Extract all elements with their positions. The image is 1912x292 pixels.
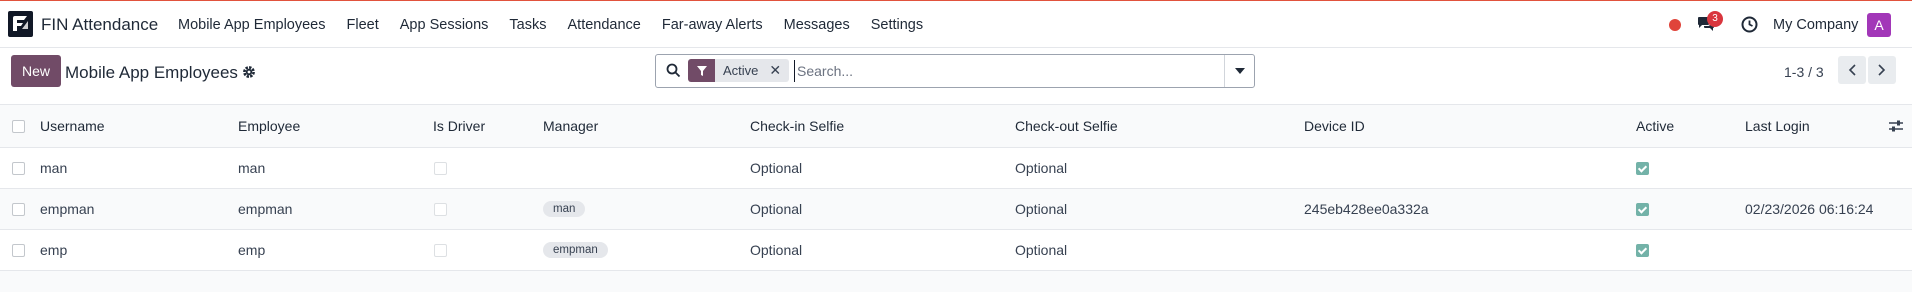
pager-value[interactable]: 1-3 / 3 — [1784, 64, 1824, 80]
cell-employee: empman — [238, 201, 293, 217]
cell-employee: emp — [238, 242, 266, 258]
filter-facet-label: Active — [723, 63, 759, 78]
table-row[interactable]: man man Optional Optional — [0, 148, 1912, 189]
menu-item-fleet[interactable]: Fleet — [347, 17, 379, 33]
cell-active — [1636, 230, 1649, 270]
row-select-cell — [12, 148, 25, 188]
cell-manager: man — [543, 189, 586, 229]
select-all-cell — [12, 105, 25, 147]
table-header: Username Employee Is Driver Manager Chec… — [0, 105, 1912, 148]
is-driver-checkbox — [434, 161, 447, 175]
cell-is-driver — [434, 230, 447, 270]
column-header-check-in-selfie[interactable]: Check-in Selfie — [750, 105, 844, 147]
chevron-left-icon — [1848, 64, 1856, 76]
cell-check-out-selfie: Optional — [1015, 160, 1068, 176]
cell-check-in-selfie: Optional — [750, 160, 803, 176]
clock-icon[interactable] — [1741, 16, 1758, 33]
cell-manager: empman — [543, 230, 608, 270]
active-checkbox — [1636, 243, 1649, 257]
cell-username: empman — [40, 201, 95, 217]
menu-item-app-sessions[interactable]: App Sessions — [400, 17, 489, 33]
company-switcher[interactable]: My Company — [1773, 17, 1858, 33]
main-menu: Mobile App Employees Fleet App Sessions … — [178, 17, 944, 33]
column-header-username[interactable]: Username — [40, 105, 105, 147]
search-options-toggle[interactable] — [1224, 55, 1254, 87]
menu-item-attendance[interactable]: Attendance — [568, 17, 641, 33]
row-select-checkbox[interactable] — [12, 202, 25, 216]
column-header-last-login[interactable]: Last Login — [1745, 105, 1810, 147]
column-header-device-id[interactable]: Device ID — [1304, 105, 1365, 147]
chevron-down-icon — [1234, 68, 1245, 74]
column-settings-icon[interactable] — [1888, 105, 1904, 147]
search-bar: Active ✕ — [655, 54, 1255, 88]
table-row[interactable]: emp emp empman Optional Optional — [0, 230, 1912, 271]
avatar[interactable]: A — [1867, 13, 1891, 37]
filter-icon — [688, 59, 715, 82]
column-header-employee[interactable]: Employee — [238, 105, 300, 147]
pager-previous-button[interactable] — [1838, 56, 1866, 84]
cell-check-out-selfie: Optional — [1015, 242, 1068, 258]
new-button[interactable]: New — [11, 55, 61, 87]
row-select-checkbox[interactable] — [12, 243, 25, 257]
filter-facet: Active ✕ — [688, 59, 790, 82]
search-input[interactable] — [794, 60, 1219, 82]
cell-is-driver — [434, 148, 447, 188]
search-icon[interactable] — [666, 63, 681, 78]
select-all-checkbox[interactable] — [12, 119, 25, 133]
cell-check-in-selfie: Optional — [750, 201, 803, 217]
close-icon[interactable]: ✕ — [769, 62, 781, 79]
main-navbar: FIN Attendance Mobile App Employees Flee… — [0, 1, 1912, 48]
row-select-cell — [12, 230, 25, 270]
cell-check-out-selfie: Optional — [1015, 201, 1068, 217]
cell-employee: man — [238, 160, 266, 176]
menu-item-mobile-app-employees[interactable]: Mobile App Employees — [178, 17, 326, 33]
control-panel: New Mobile App Employees Active ✕ 1-3 / … — [0, 48, 1912, 105]
menu-item-messages[interactable]: Messages — [784, 17, 850, 33]
pager-next-button[interactable] — [1868, 56, 1896, 84]
cell-check-in-selfie: Optional — [750, 242, 803, 258]
chat-count-badge: 3 — [1707, 11, 1723, 27]
cell-active — [1636, 148, 1649, 188]
chevron-right-icon — [1878, 64, 1886, 76]
menu-item-tasks[interactable]: Tasks — [509, 17, 546, 33]
sliders-icon — [1889, 120, 1903, 132]
column-header-is-driver[interactable]: Is Driver — [433, 105, 485, 147]
is-driver-checkbox — [434, 243, 447, 257]
active-checkbox — [1636, 202, 1649, 216]
active-checkbox — [1636, 161, 1649, 175]
cell-username: emp — [40, 242, 68, 258]
table-row[interactable]: empman empman man Optional Optional 245e… — [0, 189, 1912, 230]
cell-device-id: 245eb428ee0a332a — [1304, 201, 1429, 217]
cell-active — [1636, 189, 1649, 229]
manager-tag: man — [543, 201, 586, 217]
menu-item-settings[interactable]: Settings — [871, 17, 923, 33]
filter-facet-value: Active ✕ — [715, 59, 790, 82]
page-title: Mobile App Employees — [65, 63, 238, 82]
app-name[interactable]: FIN Attendance — [41, 15, 158, 35]
is-driver-checkbox — [434, 202, 447, 216]
menu-item-far-away-alerts[interactable]: Far-away Alerts — [662, 17, 763, 33]
column-header-active[interactable]: Active — [1636, 105, 1674, 147]
row-select-cell — [12, 189, 25, 229]
cell-is-driver — [434, 189, 447, 229]
red-dot-icon[interactable] — [1669, 19, 1681, 31]
gear-icon[interactable] — [242, 65, 256, 79]
row-select-checkbox[interactable] — [12, 161, 25, 175]
column-header-check-out-selfie[interactable]: Check-out Selfie — [1015, 105, 1118, 147]
list-table: Username Employee Is Driver Manager Chec… — [0, 105, 1912, 271]
cell-last-login: 02/23/2026 06:16:24 — [1745, 201, 1874, 217]
cell-username: man — [40, 160, 68, 176]
manager-tag: empman — [543, 242, 608, 258]
app-logo-icon[interactable] — [8, 11, 33, 37]
column-header-manager[interactable]: Manager — [543, 105, 598, 147]
